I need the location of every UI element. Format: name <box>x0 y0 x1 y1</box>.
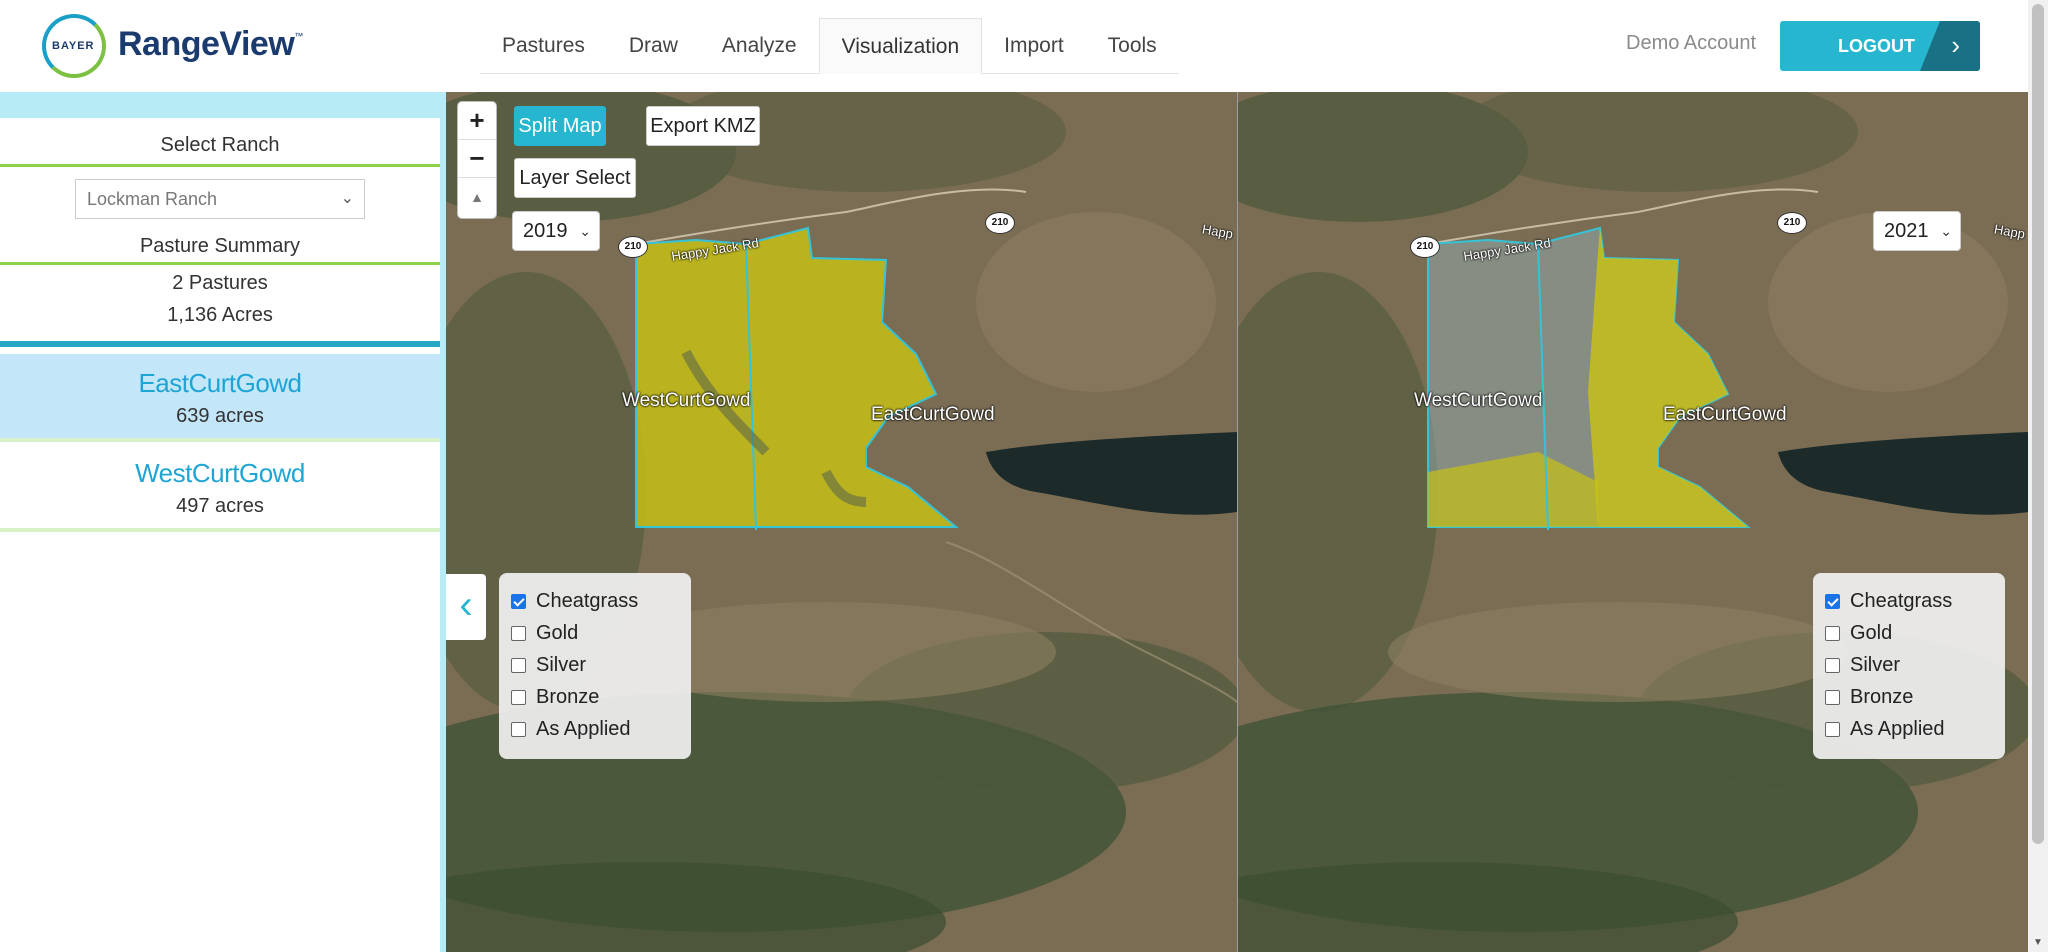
layer-panel-left: Cheatgrass Gold Silver Bronze As Applied <box>499 573 691 759</box>
pasture-label-west: WestCurtGowd <box>622 390 751 411</box>
logo-text: BAYER <box>52 40 95 52</box>
pasture-count: 2 Pastures <box>172 272 268 294</box>
layer-label: As Applied <box>536 717 631 740</box>
tab-tools[interactable]: Tools <box>1086 18 1179 74</box>
tab-import[interactable]: Import <box>982 18 1086 74</box>
ranch-select[interactable]: Lockman Ranch ⌄ <box>75 179 365 219</box>
year-value: 2019 <box>523 220 568 242</box>
checkbox[interactable] <box>1825 689 1840 705</box>
main-nav: Pastures Draw Analyze Visualization Impo… <box>480 18 1179 74</box>
pasture-acres: 497 acres <box>176 495 264 517</box>
layer-option[interactable]: Cheatgrass <box>1825 585 2005 617</box>
compass-icon[interactable]: ▲ <box>458 178 496 216</box>
chevron-down-icon: ⌄ <box>579 223 591 239</box>
zoom-in-button[interactable]: + <box>458 102 496 140</box>
layer-option[interactable]: Gold <box>1825 617 2005 649</box>
divider <box>0 164 440 167</box>
pasture-acres: 639 acres <box>176 405 264 427</box>
layer-label: Gold <box>1850 621 1893 644</box>
scrollbar-thumb[interactable] <box>2032 4 2044 844</box>
chevron-right-icon: › <box>1920 21 1980 71</box>
layer-option[interactable]: Bronze <box>511 681 691 713</box>
logout-button[interactable]: LOGOUT › <box>1780 21 1980 71</box>
app-header: BAYER RangeView™ Pastures Draw Analyze V… <box>0 0 2048 92</box>
layer-label: Bronze <box>536 685 600 708</box>
brand-title[interactable]: RangeView™ <box>118 25 303 64</box>
layer-label: Bronze <box>1850 685 1914 708</box>
pasture-name: EastCurtGowd <box>138 368 302 398</box>
export-kmz-button[interactable]: Export KMZ <box>646 106 760 146</box>
divider <box>0 438 440 442</box>
highway-shield: 210 <box>1777 212 1807 234</box>
highway-shield: 210 <box>1410 236 1440 258</box>
layer-label: Cheatgrass <box>536 589 639 612</box>
layer-select-button[interactable]: Layer Select <box>514 158 636 198</box>
year-value: 2021 <box>1884 220 1929 242</box>
pasture-label-east: EastCurtGowd <box>871 404 995 425</box>
layer-option[interactable]: Silver <box>511 649 691 681</box>
layer-label: Silver <box>1850 653 1901 676</box>
checkbox[interactable] <box>511 689 526 705</box>
select-ranch-label: Select Ranch <box>160 134 280 156</box>
highway-shield: 210 <box>618 236 648 258</box>
pasture-label-east: EastCurtGowd <box>1663 404 1787 425</box>
layer-label: Silver <box>536 653 587 676</box>
divider <box>0 341 440 347</box>
pasture-summary-label: Pasture Summary <box>139 235 301 257</box>
tab-draw[interactable]: Draw <box>607 18 700 74</box>
layer-option[interactable]: As Applied <box>511 713 691 745</box>
checkbox[interactable] <box>511 657 526 673</box>
bayer-logo[interactable]: BAYER <box>42 14 106 78</box>
layer-label: Gold <box>536 621 579 644</box>
divider <box>0 528 440 532</box>
year-select-right[interactable]: 2021 ⌄ <box>1873 211 1961 251</box>
checkbox[interactable] <box>1825 593 1840 609</box>
total-acres: 1,136 Acres <box>167 304 273 326</box>
split-map-button[interactable]: Split Map <box>514 106 606 146</box>
layer-option[interactable]: Gold <box>511 617 691 649</box>
layer-option[interactable]: Silver <box>1825 649 2005 681</box>
scroll-down-icon[interactable]: ▼ <box>2033 937 2043 948</box>
highway-shield: 210 <box>985 212 1015 234</box>
zoom-control: + − ▲ <box>458 102 496 218</box>
layer-option[interactable]: Bronze <box>1825 681 2005 713</box>
tab-analyze[interactable]: Analyze <box>700 18 819 74</box>
sidebar-topbar <box>0 92 440 118</box>
layer-option[interactable]: Cheatgrass <box>511 585 691 617</box>
logout-label: LOGOUT <box>1838 36 1915 56</box>
pasture-item-eastcurtgowd[interactable]: EastCurtGowd 639 acres <box>0 354 440 442</box>
pasture-label-west: WestCurtGowd <box>1414 390 1543 411</box>
tab-pastures[interactable]: Pastures <box>480 18 607 74</box>
collapse-sidebar-button[interactable]: ‹ <box>446 574 486 640</box>
layer-option[interactable]: As Applied <box>1825 713 2005 745</box>
chevron-left-icon: ‹ <box>459 583 473 627</box>
checkbox[interactable] <box>511 721 526 737</box>
year-select-left[interactable]: 2019 ⌄ <box>512 211 600 251</box>
checkbox[interactable] <box>1825 657 1840 673</box>
layer-label: Cheatgrass <box>1850 589 1953 612</box>
pasture-name: WestCurtGowd <box>135 458 305 488</box>
checkbox[interactable] <box>511 593 526 609</box>
account-name: Demo Account <box>1626 32 1757 54</box>
zoom-out-button[interactable]: − <box>458 140 496 178</box>
chevron-down-icon: ⌄ <box>1940 223 1952 239</box>
sidebar: Select Ranch Lockman Ranch ⌄ Pasture Sum… <box>0 92 440 952</box>
divider <box>0 262 440 265</box>
layer-label: As Applied <box>1850 717 1945 740</box>
checkbox[interactable] <box>1825 721 1840 737</box>
ranch-select-value: Lockman Ranch <box>87 189 218 209</box>
tab-visualization[interactable]: Visualization <box>818 18 983 74</box>
page-scrollbar[interactable]: ▼ <box>2028 0 2048 952</box>
chevron-down-icon: ⌄ <box>340 190 354 207</box>
checkbox[interactable] <box>511 625 526 641</box>
checkbox[interactable] <box>1825 625 1840 641</box>
pasture-item-westcurtgowd[interactable]: WestCurtGowd 497 acres <box>0 444 440 532</box>
split-map[interactable]: Happy Jack Rd 210 210 Happ WestCurtGowd … <box>446 92 2028 952</box>
layer-panel-right: Cheatgrass Gold Silver Bronze As Applied <box>1813 573 2005 759</box>
